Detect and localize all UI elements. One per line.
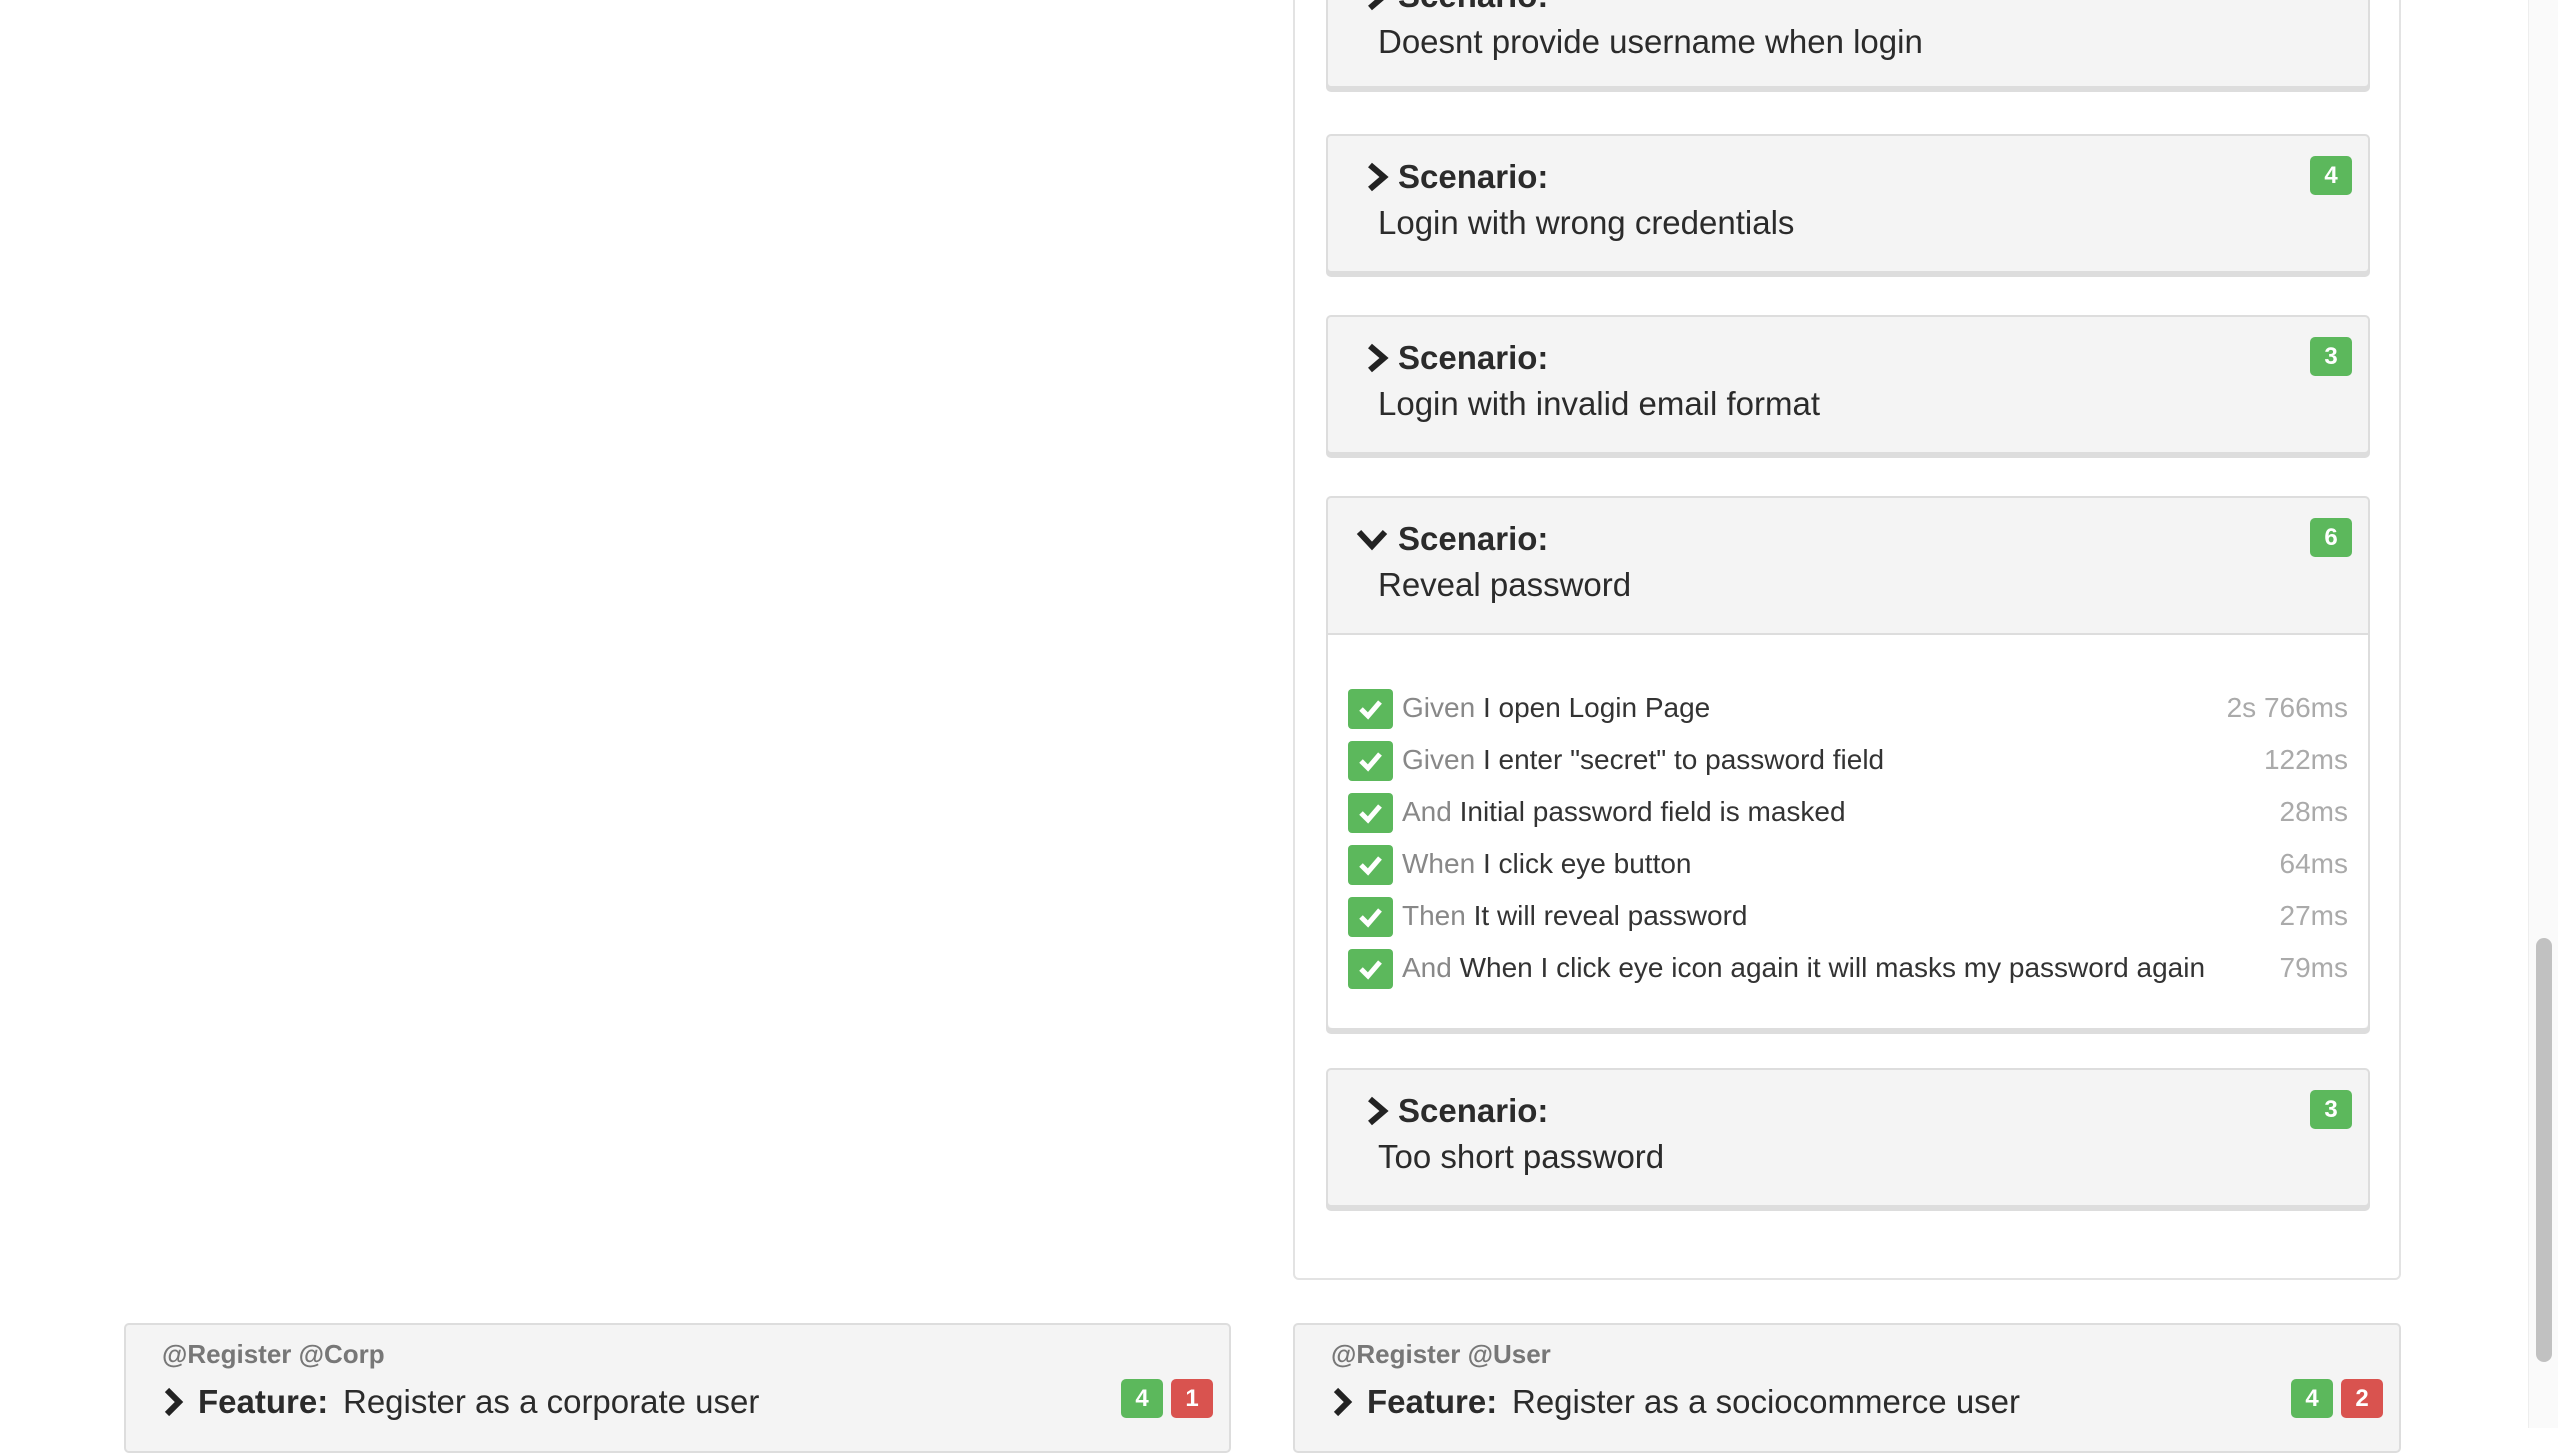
scenario-keyword: Scenario: bbox=[1398, 158, 1549, 195]
chevron-right-icon bbox=[1368, 0, 1384, 11]
step-row: When I click eye button 64ms bbox=[1348, 841, 2348, 887]
chevron-right-icon bbox=[164, 1387, 184, 1417]
step-keyword: And bbox=[1402, 952, 1452, 983]
feature-keyword: Feature: bbox=[1367, 1383, 1498, 1420]
vertical-scrollbar[interactable] bbox=[2528, 0, 2558, 1428]
step-text: And When I click eye icon again it will … bbox=[1402, 945, 2205, 991]
step-duration: 27ms bbox=[2279, 900, 2348, 931]
step-text: Given I enter "secret" to password field bbox=[1402, 737, 1884, 783]
passed-count-badge: 4 bbox=[1121, 1379, 1163, 1418]
scenario-name: Doesnt provide username when login bbox=[1378, 23, 1923, 60]
step-row: Given I enter "secret" to password field… bbox=[1348, 737, 2348, 783]
scenario-keyword: Scenario: bbox=[1398, 339, 1549, 376]
step-text: When I click eye button bbox=[1402, 841, 1692, 887]
step-duration: 64ms bbox=[2279, 848, 2348, 879]
chevron-right-icon bbox=[1368, 162, 1389, 192]
check-icon bbox=[1348, 689, 1393, 729]
feature-name: Register as a corporate user bbox=[343, 1383, 760, 1420]
scenario-header[interactable]: Scenario: Login with wrong credentials 4 bbox=[1328, 136, 2368, 271]
step-keyword: And bbox=[1402, 796, 1452, 827]
scenario-header[interactable]: Scenario: Reveal password 6 bbox=[1328, 498, 2368, 633]
step-description: I enter "secret" to password field bbox=[1482, 744, 1885, 775]
scenario-panel[interactable]: Scenario: Login with invalid email forma… bbox=[1326, 315, 2370, 454]
feature-tags: @Register @Corp bbox=[162, 1339, 385, 1369]
passed-count-badge: 4 bbox=[2310, 156, 2352, 195]
failed-count-badge: 2 bbox=[2341, 1379, 2383, 1418]
check-icon bbox=[1348, 741, 1393, 781]
step-description: I click eye button bbox=[1482, 848, 1692, 879]
feature-panel-register-corporate[interactable]: @Register @Corp Feature: Register as a c… bbox=[124, 1323, 1231, 1453]
check-icon bbox=[1348, 793, 1393, 833]
feature-keyword: Feature: bbox=[198, 1383, 329, 1420]
chevron-right-icon bbox=[1368, 343, 1389, 373]
scenario-panel[interactable]: Scenario: Login with wrong credentials 4 bbox=[1326, 134, 2370, 273]
chevron-right-icon bbox=[1333, 1387, 1353, 1417]
step-duration: 79ms bbox=[2279, 952, 2348, 983]
step-row: Then It will reveal password 27ms bbox=[1348, 893, 2348, 939]
feature-panel-register-sociocommerce[interactable]: @Register @User Feature: Register as a s… bbox=[1293, 1323, 2401, 1453]
scenario-header[interactable]: Scenario: Too short password 3 bbox=[1328, 1070, 2368, 1205]
scenario-keyword: Scenario: bbox=[1398, 0, 1548, 15]
chevron-down-icon bbox=[1356, 529, 1388, 551]
scenario-header[interactable]: Scenario: Doesnt provide username when l… bbox=[1328, 0, 2368, 90]
step-duration: 2s 766ms bbox=[2226, 692, 2348, 723]
scrollbar-thumb[interactable] bbox=[2536, 938, 2552, 1362]
scenario-keyword: Scenario: bbox=[1398, 1092, 1549, 1129]
scenario-panel[interactable]: Scenario: Doesnt provide username when l… bbox=[1326, 0, 2370, 88]
check-icon bbox=[1348, 845, 1393, 885]
step-keyword: Given bbox=[1402, 744, 1476, 775]
scenario-name: Login with invalid email format bbox=[1378, 385, 1821, 422]
step-row: Given I open Login Page 2s 766ms bbox=[1348, 685, 2348, 731]
feature-name: Register as a sociocommerce user bbox=[1512, 1383, 2021, 1420]
check-icon bbox=[1348, 897, 1393, 937]
step-keyword: When bbox=[1402, 848, 1476, 879]
scenario-panel[interactable]: Scenario: Too short password 3 bbox=[1326, 1068, 2370, 1207]
step-text: Then It will reveal password bbox=[1402, 893, 1747, 939]
scenario-name: Login with wrong credentials bbox=[1378, 204, 1795, 241]
step-description: When I click eye icon again it will mask… bbox=[1459, 952, 2206, 983]
scenario-name: Reveal password bbox=[1378, 566, 1632, 603]
passed-count-badge: 6 bbox=[2310, 518, 2352, 557]
scenario-steps: Given I open Login Page 2s 766ms Given I… bbox=[1328, 633, 2368, 1028]
passed-count-badge: 3 bbox=[2310, 1090, 2352, 1129]
step-duration: 122ms bbox=[2263, 744, 2348, 775]
failed-count-badge: 1 bbox=[1171, 1379, 1213, 1418]
step-duration: 28ms bbox=[2279, 796, 2348, 827]
step-keyword: Then bbox=[1402, 900, 1466, 931]
step-row: And Initial password field is masked 28m… bbox=[1348, 789, 2348, 835]
passed-count-badge: 3 bbox=[2310, 337, 2352, 376]
step-text: And Initial password field is masked bbox=[1402, 789, 1846, 835]
scenario-keyword: Scenario: bbox=[1398, 520, 1549, 557]
scenario-panel-expanded[interactable]: Scenario: Reveal password 6 Given I open… bbox=[1326, 496, 2370, 1030]
check-icon bbox=[1348, 949, 1393, 989]
step-keyword: Given bbox=[1402, 692, 1476, 723]
step-description: Initial password field is masked bbox=[1459, 796, 1846, 827]
scenario-name: Too short password bbox=[1378, 1138, 1665, 1175]
step-text: Given I open Login Page bbox=[1402, 685, 1710, 731]
scenario-header[interactable]: Scenario: Login with invalid email forma… bbox=[1328, 317, 2368, 452]
step-description: I open Login Page bbox=[1482, 692, 1711, 723]
step-description: It will reveal password bbox=[1473, 900, 1748, 931]
chevron-right-icon bbox=[1368, 1096, 1389, 1126]
passed-count-badge: 4 bbox=[2291, 1379, 2333, 1418]
feature-tags: @Register @User bbox=[1331, 1339, 1551, 1369]
step-row: And When I click eye icon again it will … bbox=[1348, 945, 2348, 991]
